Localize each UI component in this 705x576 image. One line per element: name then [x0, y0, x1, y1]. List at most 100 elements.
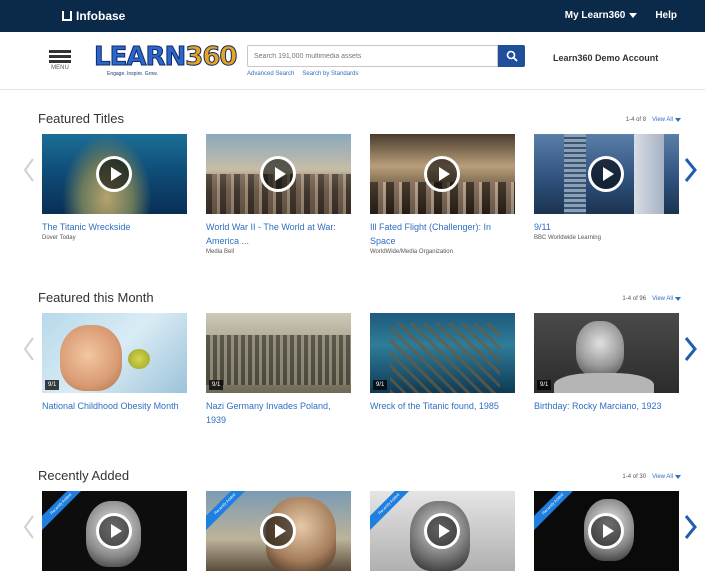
video-thumbnail[interactable]: 9/1	[370, 313, 515, 393]
date-badge: 9/1	[537, 380, 552, 390]
section-count: 1-4 of 96	[622, 296, 647, 302]
play-icon[interactable]	[588, 513, 624, 549]
video-title[interactable]: World War II - The World at War: America…	[206, 220, 351, 248]
menu-button[interactable]: MENU	[49, 48, 71, 71]
play-icon[interactable]	[96, 513, 132, 549]
my-learn360-menu[interactable]: My Learn360	[565, 10, 638, 21]
infobase-logo-icon	[62, 11, 72, 21]
date-badge: 9/1	[45, 380, 60, 390]
video-producer: BBC Worldwide Learning	[534, 235, 601, 241]
video-title[interactable]: The Titanic Wreckside	[42, 220, 187, 234]
video-card[interactable]: Recently Added	[206, 491, 351, 571]
video-card[interactable]: Recently Added	[534, 491, 679, 571]
video-thumbnail[interactable]: Recently Added	[206, 491, 351, 571]
date-badge: 9/1	[373, 380, 388, 390]
video-card[interactable]: Recently Added	[42, 491, 187, 571]
video-title[interactable]: National Childhood Obesity Month	[42, 399, 187, 413]
search-icon	[506, 50, 518, 62]
play-icon[interactable]	[96, 156, 132, 192]
advanced-search-link[interactable]: Advanced Search	[247, 71, 294, 77]
video-thumbnail[interactable]: 9/1	[534, 313, 679, 393]
play-icon[interactable]	[424, 156, 460, 192]
carousel-next-arrow-icon[interactable]	[682, 336, 698, 362]
video-producer: Dover Today	[42, 235, 76, 241]
video-card[interactable]: Ill Fated Flight (Challenger): In Space …	[370, 134, 515, 255]
section-meta-recently-added: 1-4 of 30 View All	[622, 474, 681, 480]
video-title[interactable]: Ill Fated Flight (Challenger): In Space	[370, 220, 515, 248]
chevron-down-icon	[675, 475, 681, 479]
video-thumbnail[interactable]	[534, 134, 679, 214]
chevron-down-icon	[629, 12, 638, 18]
menu-label: MENU	[51, 65, 69, 71]
video-card[interactable]: World War II - The World at War: America…	[206, 134, 351, 255]
section-title-featured-titles: Featured Titles	[38, 111, 124, 126]
play-icon[interactable]	[588, 156, 624, 192]
search-input[interactable]	[247, 45, 498, 67]
view-all-button[interactable]: View All	[652, 296, 681, 302]
video-thumbnail[interactable]: Recently Added	[370, 491, 515, 571]
view-all-label: View All	[652, 296, 673, 302]
search-by-standards-link[interactable]: Search by Standards	[302, 71, 358, 77]
section-title-featured-this-month: Featured this Month	[38, 290, 154, 305]
play-icon[interactable]	[260, 156, 296, 192]
search-links: Advanced Search Search by Standards	[247, 71, 358, 77]
video-thumbnail[interactable]: Recently Added	[534, 491, 679, 571]
carousel-prev-arrow-icon[interactable]	[22, 514, 36, 540]
video-thumbnail[interactable]	[206, 134, 351, 214]
video-card[interactable]: The Titanic Wreckside Dover Today	[42, 134, 187, 241]
video-title[interactable]: Nazi Germany Invades Poland, 1939	[206, 399, 351, 427]
video-card[interactable]: Recently Added	[370, 491, 515, 571]
logo-wordmark-a: LEARN	[93, 42, 186, 73]
view-all-label: View All	[652, 117, 673, 123]
search-button[interactable]	[498, 45, 525, 67]
account-name[interactable]: Learn360 Demo Account	[553, 53, 658, 63]
section-count: 1-4 of 30	[622, 474, 647, 480]
view-all-label: View All	[652, 474, 673, 480]
play-icon[interactable]	[260, 513, 296, 549]
recently-added-ribbon: Recently Added	[534, 491, 582, 533]
logo-wordmark: LEARN360	[93, 42, 238, 73]
top-bar: Infobase My Learn360 Help	[0, 0, 705, 32]
video-thumbnail[interactable]	[42, 134, 187, 214]
video-thumbnail[interactable]	[370, 134, 515, 214]
video-card[interactable]: 9/11 BBC Worldwide Learning	[534, 134, 679, 241]
video-thumbnail[interactable]: 9/1	[206, 313, 351, 393]
search-bar	[247, 45, 525, 67]
video-card[interactable]: 9/1 Nazi Germany Invades Poland, 1939	[206, 313, 351, 427]
play-icon[interactable]	[424, 513, 460, 549]
logo-tagline: Engage. Inspire. Grow.	[107, 71, 158, 77]
carousel-prev-arrow-icon[interactable]	[22, 336, 36, 362]
view-all-button[interactable]: View All	[652, 117, 681, 123]
chevron-down-icon	[675, 118, 681, 122]
section-title-recently-added: Recently Added	[38, 468, 130, 483]
recently-added-ribbon: Recently Added	[42, 491, 90, 533]
video-thumbnail[interactable]: Recently Added	[42, 491, 187, 571]
site-header: MENU LEARN360 Engage. Inspire. Grow. Adv…	[0, 32, 705, 90]
carousel-next-arrow-icon[interactable]	[682, 514, 698, 540]
my-learn360-label: My Learn360	[564, 10, 626, 21]
carousel-prev-arrow-icon[interactable]	[22, 157, 36, 183]
recently-added-ribbon: Recently Added	[370, 491, 418, 533]
infobase-brand-label: Infobase	[76, 9, 126, 23]
chevron-down-icon	[675, 297, 681, 301]
video-card[interactable]: 9/1 Birthday: Rocky Marciano, 1923	[534, 313, 679, 413]
infobase-brand[interactable]: Infobase	[62, 9, 125, 23]
carousel-next-arrow-icon[interactable]	[682, 157, 698, 183]
view-all-button[interactable]: View All	[652, 474, 681, 480]
section-meta-featured-titles: 1-4 of 8 View All	[626, 117, 681, 123]
logo-wordmark-b: 360	[185, 42, 238, 73]
help-link[interactable]: Help	[655, 10, 677, 21]
video-title[interactable]: 9/11	[534, 220, 679, 234]
hamburger-icon	[49, 50, 71, 63]
video-card[interactable]: 9/1 Wreck of the Titanic found, 1985	[370, 313, 515, 413]
video-thumbnail[interactable]: 9/1	[42, 313, 187, 393]
video-card[interactable]: 9/1 National Childhood Obesity Month	[42, 313, 187, 413]
section-meta-featured-this-month: 1-4 of 96 View All	[622, 296, 681, 302]
learn360-logo[interactable]: LEARN360 Engage. Inspire. Grow.	[93, 40, 238, 80]
video-producer: Media Bell	[206, 249, 235, 255]
video-title[interactable]: Wreck of the Titanic found, 1985	[370, 399, 515, 413]
recently-added-ribbon: Recently Added	[206, 491, 254, 533]
section-count: 1-4 of 8	[625, 117, 647, 123]
video-title[interactable]: Birthday: Rocky Marciano, 1923	[534, 399, 679, 413]
top-bar-links: My Learn360 Help	[565, 10, 677, 21]
